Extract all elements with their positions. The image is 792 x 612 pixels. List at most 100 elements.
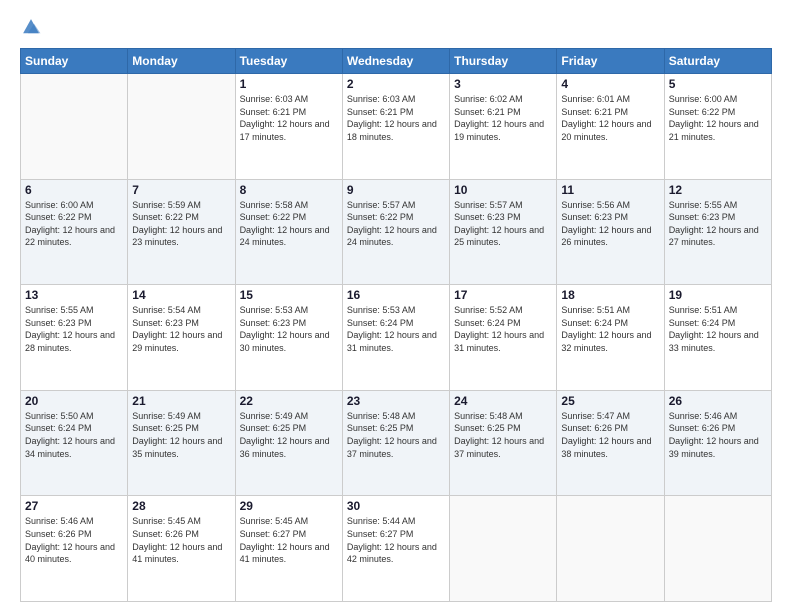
day-number: 24 [454, 394, 552, 408]
day-info: Sunrise: 5:49 AM Sunset: 6:25 PM Dayligh… [132, 410, 230, 460]
calendar-cell: 5 Sunrise: 6:00 AM Sunset: 6:22 PM Daylig… [664, 74, 771, 180]
day-info: Sunrise: 5:45 AM Sunset: 6:26 PM Dayligh… [132, 515, 230, 565]
day-number: 12 [669, 183, 767, 197]
day-info: Sunrise: 5:51 AM Sunset: 6:24 PM Dayligh… [669, 304, 767, 354]
day-info: Sunrise: 5:53 AM Sunset: 6:24 PM Dayligh… [347, 304, 445, 354]
calendar-cell: 24 Sunrise: 5:48 AM Sunset: 6:25 PM Dayli… [450, 390, 557, 496]
calendar-cell: 4 Sunrise: 6:01 AM Sunset: 6:21 PM Daylig… [557, 74, 664, 180]
calendar-cell: 21 Sunrise: 5:49 AM Sunset: 6:25 PM Dayli… [128, 390, 235, 496]
calendar-cell: 19 Sunrise: 5:51 AM Sunset: 6:24 PM Dayli… [664, 285, 771, 391]
day-number: 1 [240, 77, 338, 91]
day-info: Sunrise: 5:55 AM Sunset: 6:23 PM Dayligh… [669, 199, 767, 249]
day-number: 8 [240, 183, 338, 197]
day-info: Sunrise: 6:00 AM Sunset: 6:22 PM Dayligh… [25, 199, 123, 249]
calendar-day-header: Monday [128, 49, 235, 74]
calendar-cell: 30 Sunrise: 5:44 AM Sunset: 6:27 PM Dayli… [342, 496, 449, 602]
calendar-cell: 9 Sunrise: 5:57 AM Sunset: 6:22 PM Daylig… [342, 179, 449, 285]
day-number: 23 [347, 394, 445, 408]
calendar-cell: 3 Sunrise: 6:02 AM Sunset: 6:21 PM Daylig… [450, 74, 557, 180]
day-number: 6 [25, 183, 123, 197]
calendar-day-header: Wednesday [342, 49, 449, 74]
calendar-cell: 15 Sunrise: 5:53 AM Sunset: 6:23 PM Dayli… [235, 285, 342, 391]
day-info: Sunrise: 5:56 AM Sunset: 6:23 PM Dayligh… [561, 199, 659, 249]
calendar-header-row: SundayMondayTuesdayWednesdayThursdayFrid… [21, 49, 772, 74]
calendar-cell: 28 Sunrise: 5:45 AM Sunset: 6:26 PM Dayli… [128, 496, 235, 602]
day-info: Sunrise: 5:48 AM Sunset: 6:25 PM Dayligh… [347, 410, 445, 460]
logo [20, 16, 46, 38]
day-info: Sunrise: 6:00 AM Sunset: 6:22 PM Dayligh… [669, 93, 767, 143]
day-info: Sunrise: 5:50 AM Sunset: 6:24 PM Dayligh… [25, 410, 123, 460]
calendar-cell [21, 74, 128, 180]
calendar-cell: 18Sunrise: 5:51 AM Sunset: 6:24 PM Dayli… [557, 285, 664, 391]
calendar-cell: 27Sunrise: 5:46 AM Sunset: 6:26 PM Dayli… [21, 496, 128, 602]
calendar-cell: 14Sunrise: 5:54 AM Sunset: 6:23 PM Dayli… [128, 285, 235, 391]
day-number: 9 [347, 183, 445, 197]
day-number: 17 [454, 288, 552, 302]
calendar-cell: 10 Sunrise: 5:57 AM Sunset: 6:23 PM Dayli… [450, 179, 557, 285]
calendar-cell: 7 Sunrise: 5:59 AM Sunset: 6:22 PM Daylig… [128, 179, 235, 285]
calendar: SundayMondayTuesdayWednesdayThursdayFrid… [20, 48, 772, 602]
calendar-cell [128, 74, 235, 180]
day-number: 18 [561, 288, 659, 302]
day-number: 7 [132, 183, 230, 197]
day-info: Sunrise: 5:57 AM Sunset: 6:22 PM Dayligh… [347, 199, 445, 249]
calendar-week-row: 1 Sunrise: 6:03 AM Sunset: 6:21 PM Daylig… [21, 74, 772, 180]
day-number: 21 [132, 394, 230, 408]
calendar-cell: 22 Sunrise: 5:49 AM Sunset: 6:25 PM Dayli… [235, 390, 342, 496]
day-number: 11 [561, 183, 659, 197]
day-number: 14 [132, 288, 230, 302]
calendar-cell: 25 Sunrise: 5:47 AM Sunset: 6:26 PM Dayli… [557, 390, 664, 496]
day-number: 30 [347, 499, 445, 513]
calendar-cell: 23 Sunrise: 5:48 AM Sunset: 6:25 PM Dayli… [342, 390, 449, 496]
calendar-day-header: Sunday [21, 49, 128, 74]
calendar-cell: 29 Sunrise: 5:45 AM Sunset: 6:27 PM Dayli… [235, 496, 342, 602]
day-number: 4 [561, 77, 659, 91]
day-info: Sunrise: 6:03 AM Sunset: 6:21 PM Dayligh… [240, 93, 338, 143]
day-number: 2 [347, 77, 445, 91]
calendar-cell [450, 496, 557, 602]
day-number: 3 [454, 77, 552, 91]
calendar-cell: 20 Sunrise: 5:50 AM Sunset: 6:24 PM Dayli… [21, 390, 128, 496]
calendar-day-header: Friday [557, 49, 664, 74]
calendar-cell: 11 Sunrise: 5:56 AM Sunset: 6:23 PM Dayli… [557, 179, 664, 285]
logo-icon [20, 16, 42, 38]
calendar-week-row: 13Sunrise: 5:55 AM Sunset: 6:23 PM Dayli… [21, 285, 772, 391]
day-number: 27 [25, 499, 123, 513]
day-info: Sunrise: 5:47 AM Sunset: 6:26 PM Dayligh… [561, 410, 659, 460]
day-info: Sunrise: 5:57 AM Sunset: 6:23 PM Dayligh… [454, 199, 552, 249]
day-info: Sunrise: 5:55 AM Sunset: 6:23 PM Dayligh… [25, 304, 123, 354]
day-info: Sunrise: 6:03 AM Sunset: 6:21 PM Dayligh… [347, 93, 445, 143]
day-number: 20 [25, 394, 123, 408]
day-number: 28 [132, 499, 230, 513]
calendar-cell: 6 Sunrise: 6:00 AM Sunset: 6:22 PM Daylig… [21, 179, 128, 285]
day-number: 25 [561, 394, 659, 408]
day-number: 22 [240, 394, 338, 408]
day-number: 16 [347, 288, 445, 302]
calendar-day-header: Tuesday [235, 49, 342, 74]
day-info: Sunrise: 5:48 AM Sunset: 6:25 PM Dayligh… [454, 410, 552, 460]
day-number: 5 [669, 77, 767, 91]
day-info: Sunrise: 5:46 AM Sunset: 6:26 PM Dayligh… [669, 410, 767, 460]
day-number: 19 [669, 288, 767, 302]
header [20, 16, 772, 38]
day-info: Sunrise: 5:44 AM Sunset: 6:27 PM Dayligh… [347, 515, 445, 565]
calendar-day-header: Saturday [664, 49, 771, 74]
calendar-cell [557, 496, 664, 602]
day-info: Sunrise: 6:01 AM Sunset: 6:21 PM Dayligh… [561, 93, 659, 143]
day-info: Sunrise: 5:53 AM Sunset: 6:23 PM Dayligh… [240, 304, 338, 354]
day-number: 26 [669, 394, 767, 408]
day-info: Sunrise: 5:59 AM Sunset: 6:22 PM Dayligh… [132, 199, 230, 249]
calendar-cell: 26 Sunrise: 5:46 AM Sunset: 6:26 PM Dayli… [664, 390, 771, 496]
day-info: Sunrise: 5:45 AM Sunset: 6:27 PM Dayligh… [240, 515, 338, 565]
calendar-cell [664, 496, 771, 602]
calendar-cell: 8Sunrise: 5:58 AM Sunset: 6:22 PM Daylig… [235, 179, 342, 285]
day-number: 10 [454, 183, 552, 197]
day-info: Sunrise: 5:49 AM Sunset: 6:25 PM Dayligh… [240, 410, 338, 460]
day-number: 29 [240, 499, 338, 513]
day-info: Sunrise: 5:52 AM Sunset: 6:24 PM Dayligh… [454, 304, 552, 354]
calendar-week-row: 6 Sunrise: 6:00 AM Sunset: 6:22 PM Daylig… [21, 179, 772, 285]
day-info: Sunrise: 6:02 AM Sunset: 6:21 PM Dayligh… [454, 93, 552, 143]
day-number: 15 [240, 288, 338, 302]
calendar-cell: 17 Sunrise: 5:52 AM Sunset: 6:24 PM Dayli… [450, 285, 557, 391]
calendar-cell: 12 Sunrise: 5:55 AM Sunset: 6:23 PM Dayli… [664, 179, 771, 285]
